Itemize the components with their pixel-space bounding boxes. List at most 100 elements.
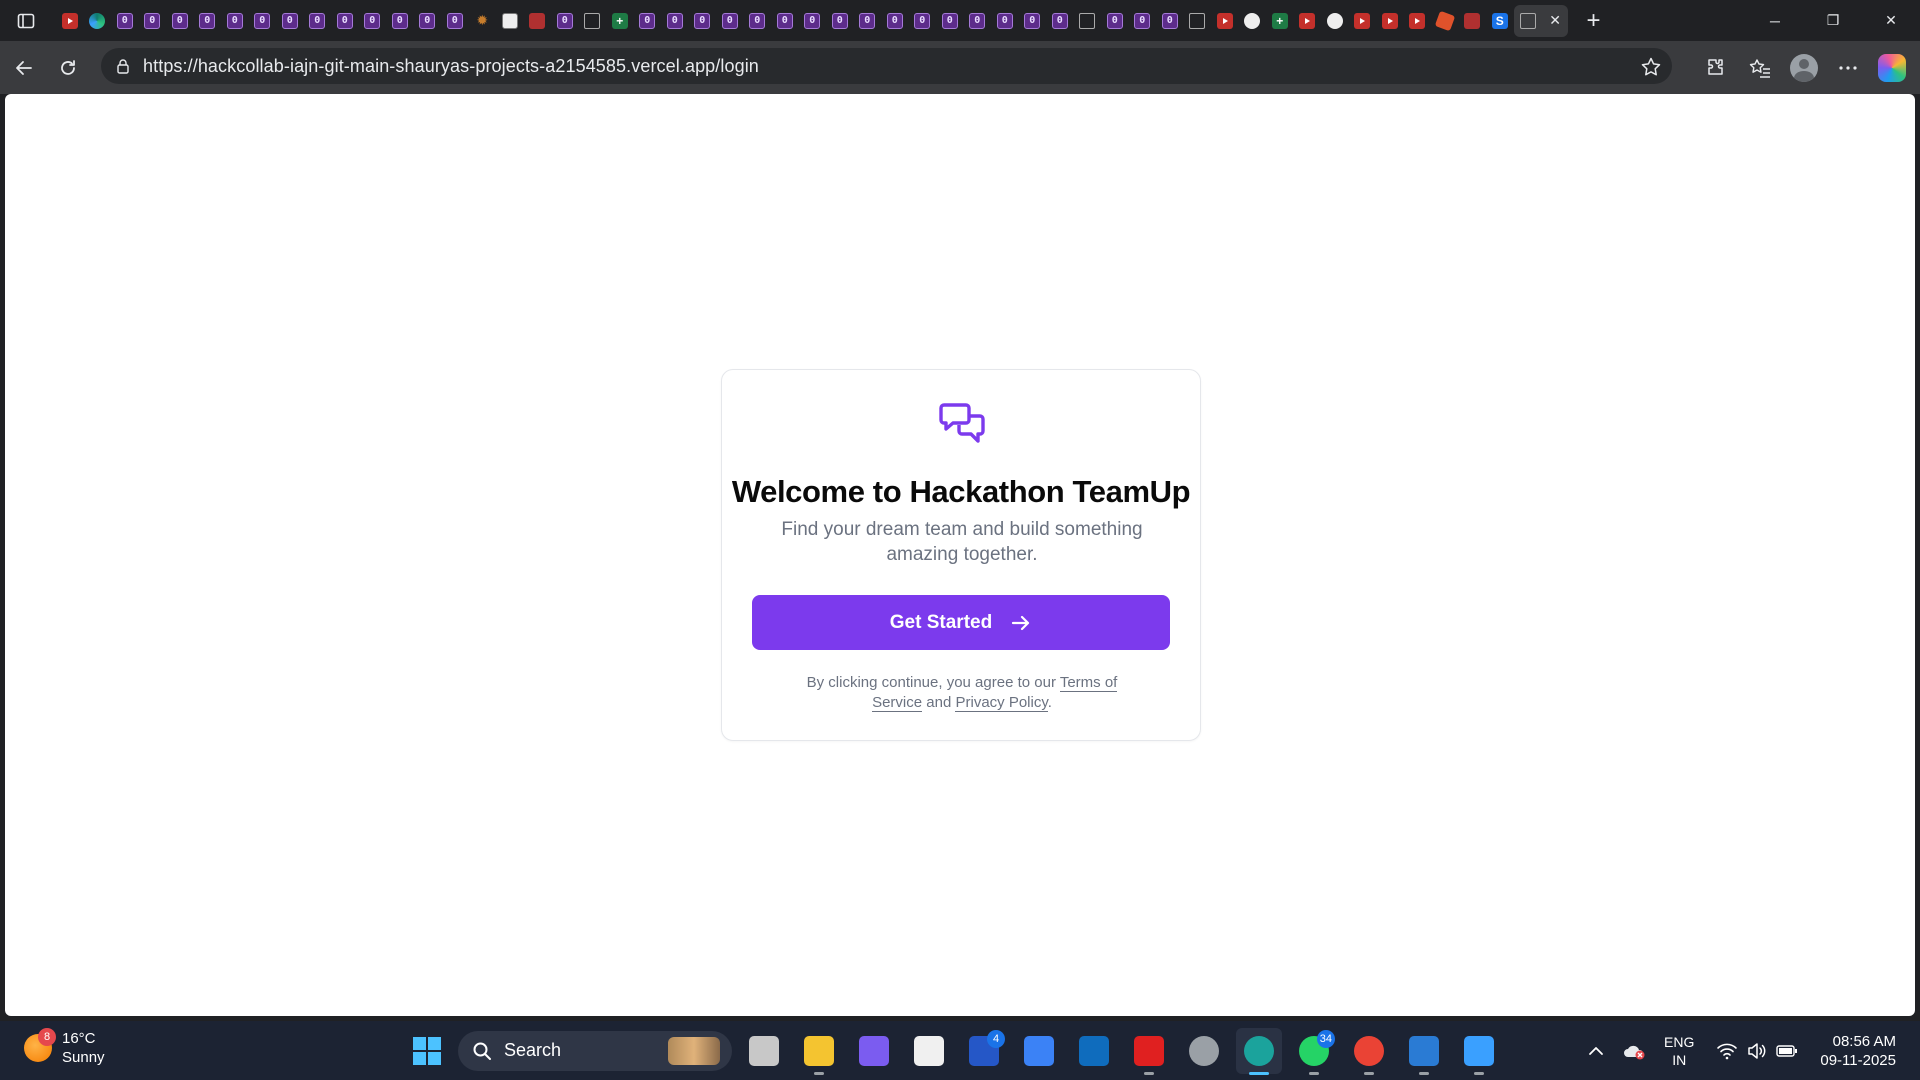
taskbar-app-linkedin[interactable]: 4 bbox=[961, 1028, 1007, 1074]
browser-tab[interactable] bbox=[1404, 5, 1432, 37]
browser-tab[interactable]: 0 bbox=[551, 5, 579, 37]
browser-tab[interactable] bbox=[1459, 5, 1487, 37]
address-bar[interactable]: https://hackcollab-iajn-git-main-shaurya… bbox=[101, 48, 1672, 84]
taskbar-app-edge[interactable] bbox=[1236, 1027, 1282, 1075]
browser-tab[interactable]: 0 bbox=[854, 5, 882, 37]
browser-tab[interactable]: 0 bbox=[221, 5, 249, 37]
browser-tab[interactable]: 0 bbox=[744, 5, 772, 37]
browser-tab[interactable]: 0 bbox=[276, 5, 304, 37]
more-menu-button[interactable] bbox=[1826, 48, 1870, 88]
onedrive-status[interactable] bbox=[1622, 1042, 1646, 1060]
browser-tab[interactable]: 0 bbox=[441, 5, 469, 37]
zero-favicon-icon: 0 bbox=[749, 12, 766, 29]
browser-tab[interactable]: 0 bbox=[771, 5, 799, 37]
get-started-button[interactable]: Get Started bbox=[752, 595, 1170, 650]
taskbar-app-photos[interactable] bbox=[1401, 1028, 1447, 1075]
browser-tab[interactable]: 0 bbox=[964, 5, 992, 37]
browser-tab[interactable]: 0 bbox=[799, 5, 827, 37]
browser-tab[interactable]: 0 bbox=[249, 5, 277, 37]
s-favicon-icon: S bbox=[1491, 12, 1508, 29]
browser-tab[interactable] bbox=[1074, 5, 1102, 37]
browser-tab[interactable]: 0 bbox=[936, 5, 964, 37]
taskbar-app-microsoft-store[interactable] bbox=[906, 1028, 952, 1074]
browser-tab[interactable] bbox=[1211, 5, 1239, 37]
taskbar-app-whatsapp[interactable]: 34 bbox=[1291, 1028, 1337, 1075]
spark-favicon-icon bbox=[1434, 10, 1456, 31]
taskbar-app-azure[interactable] bbox=[1016, 1028, 1062, 1074]
browser-tab[interactable]: 0 bbox=[331, 5, 359, 37]
browser-tab[interactable]: 0 bbox=[359, 5, 387, 37]
tab-actions-button[interactable] bbox=[0, 0, 52, 41]
browser-tab[interactable]: 0 bbox=[881, 5, 909, 37]
copilot-button[interactable] bbox=[1870, 48, 1914, 88]
browser-tab[interactable]: 0 bbox=[1129, 5, 1157, 37]
zero-favicon-icon: 0 bbox=[941, 12, 958, 29]
browser-tab[interactable]: 0 bbox=[826, 5, 854, 37]
browser-tab[interactable] bbox=[56, 5, 84, 37]
browser-tab[interactable] bbox=[524, 5, 552, 37]
browser-tab[interactable]: 0 bbox=[304, 5, 332, 37]
browser-tab[interactable] bbox=[579, 5, 607, 37]
browser-tab[interactable]: 0 bbox=[111, 5, 139, 37]
browser-tab[interactable] bbox=[84, 5, 112, 37]
browser-tab[interactable]: ✹ bbox=[469, 5, 497, 37]
browser-tab[interactable] bbox=[1431, 5, 1459, 37]
show-hidden-icons-button[interactable] bbox=[1588, 1046, 1604, 1056]
browser-tab[interactable]: 0 bbox=[689, 5, 717, 37]
browser-tab[interactable] bbox=[1321, 5, 1349, 37]
browser-tab[interactable] bbox=[1294, 5, 1322, 37]
browser-tab[interactable]: 0 bbox=[1019, 5, 1047, 37]
browser-tab-active[interactable]: ✕ bbox=[1513, 4, 1568, 37]
taskbar-app-chrome[interactable] bbox=[1346, 1028, 1392, 1075]
taskbar-app-outlook[interactable] bbox=[1071, 1028, 1117, 1074]
taskbar-app-paint[interactable] bbox=[1456, 1028, 1502, 1075]
input-language[interactable]: ENG IN bbox=[1664, 1033, 1694, 1069]
browser-tab[interactable]: 0 bbox=[1156, 5, 1184, 37]
refresh-button[interactable] bbox=[46, 48, 90, 88]
clock[interactable]: 08:56 AM 09-11-2025 bbox=[1820, 1032, 1896, 1070]
close-tab-icon[interactable]: ✕ bbox=[1549, 12, 1561, 29]
browser-tab[interactable]: 0 bbox=[909, 5, 937, 37]
extensions-button[interactable] bbox=[1694, 48, 1738, 88]
zero-favicon-icon: 0 bbox=[1051, 12, 1068, 29]
favorites-button[interactable] bbox=[1738, 48, 1782, 88]
maximize-button[interactable]: ❐ bbox=[1804, 0, 1862, 41]
new-tab-button[interactable]: + bbox=[1576, 5, 1612, 37]
browser-tab[interactable]: S bbox=[1486, 5, 1514, 37]
browser-tab[interactable]: 0 bbox=[414, 5, 442, 37]
profile-button[interactable] bbox=[1782, 48, 1826, 88]
browser-tab[interactable]: 0 bbox=[1101, 5, 1129, 37]
browser-tab[interactable] bbox=[1349, 5, 1377, 37]
browser-tab[interactable]: 0 bbox=[166, 5, 194, 37]
quick-settings[interactable] bbox=[1716, 1042, 1798, 1060]
start-button[interactable] bbox=[404, 1028, 450, 1074]
browser-tab[interactable]: 0 bbox=[661, 5, 689, 37]
browser-tab[interactable] bbox=[1239, 5, 1267, 37]
browser-tab[interactable]: 0 bbox=[991, 5, 1019, 37]
taskbar-app-file-explorer[interactable] bbox=[796, 1028, 842, 1075]
browser-tab[interactable] bbox=[1376, 5, 1404, 37]
weather-widget[interactable]: 8 16°C Sunny bbox=[24, 1028, 105, 1067]
back-button[interactable] bbox=[2, 48, 46, 88]
browser-tab[interactable]: 0 bbox=[139, 5, 167, 37]
favorite-star-icon[interactable] bbox=[1640, 56, 1662, 78]
browser-tab[interactable] bbox=[1184, 5, 1212, 37]
taskbar-app-copilot[interactable] bbox=[851, 1028, 897, 1074]
browser-tab[interactable]: 0 bbox=[634, 5, 662, 37]
taskbar-app-settings[interactable] bbox=[1181, 1028, 1227, 1074]
browser-tab[interactable] bbox=[1266, 5, 1294, 37]
close-window-button[interactable]: ✕ bbox=[1862, 0, 1920, 41]
lock-icon[interactable] bbox=[115, 58, 131, 74]
privacy-policy-link[interactable]: Privacy Policy bbox=[955, 694, 1048, 712]
minimize-button[interactable]: ─ bbox=[1746, 0, 1804, 41]
browser-tab[interactable]: 0 bbox=[194, 5, 222, 37]
browser-tab[interactable]: 0 bbox=[716, 5, 744, 37]
taskbar-search[interactable]: Search bbox=[458, 1030, 732, 1071]
browser-tab[interactable]: 0 bbox=[1046, 5, 1074, 37]
browser-tab[interactable] bbox=[606, 5, 634, 37]
browser-tab[interactable] bbox=[496, 5, 524, 37]
taskbar-app-task-view[interactable] bbox=[741, 1028, 787, 1074]
taskbar-app-youtube[interactable] bbox=[1126, 1028, 1172, 1075]
url-text[interactable]: https://hackcollab-iajn-git-main-shaurya… bbox=[143, 56, 759, 77]
browser-tab[interactable]: 0 bbox=[386, 5, 414, 37]
